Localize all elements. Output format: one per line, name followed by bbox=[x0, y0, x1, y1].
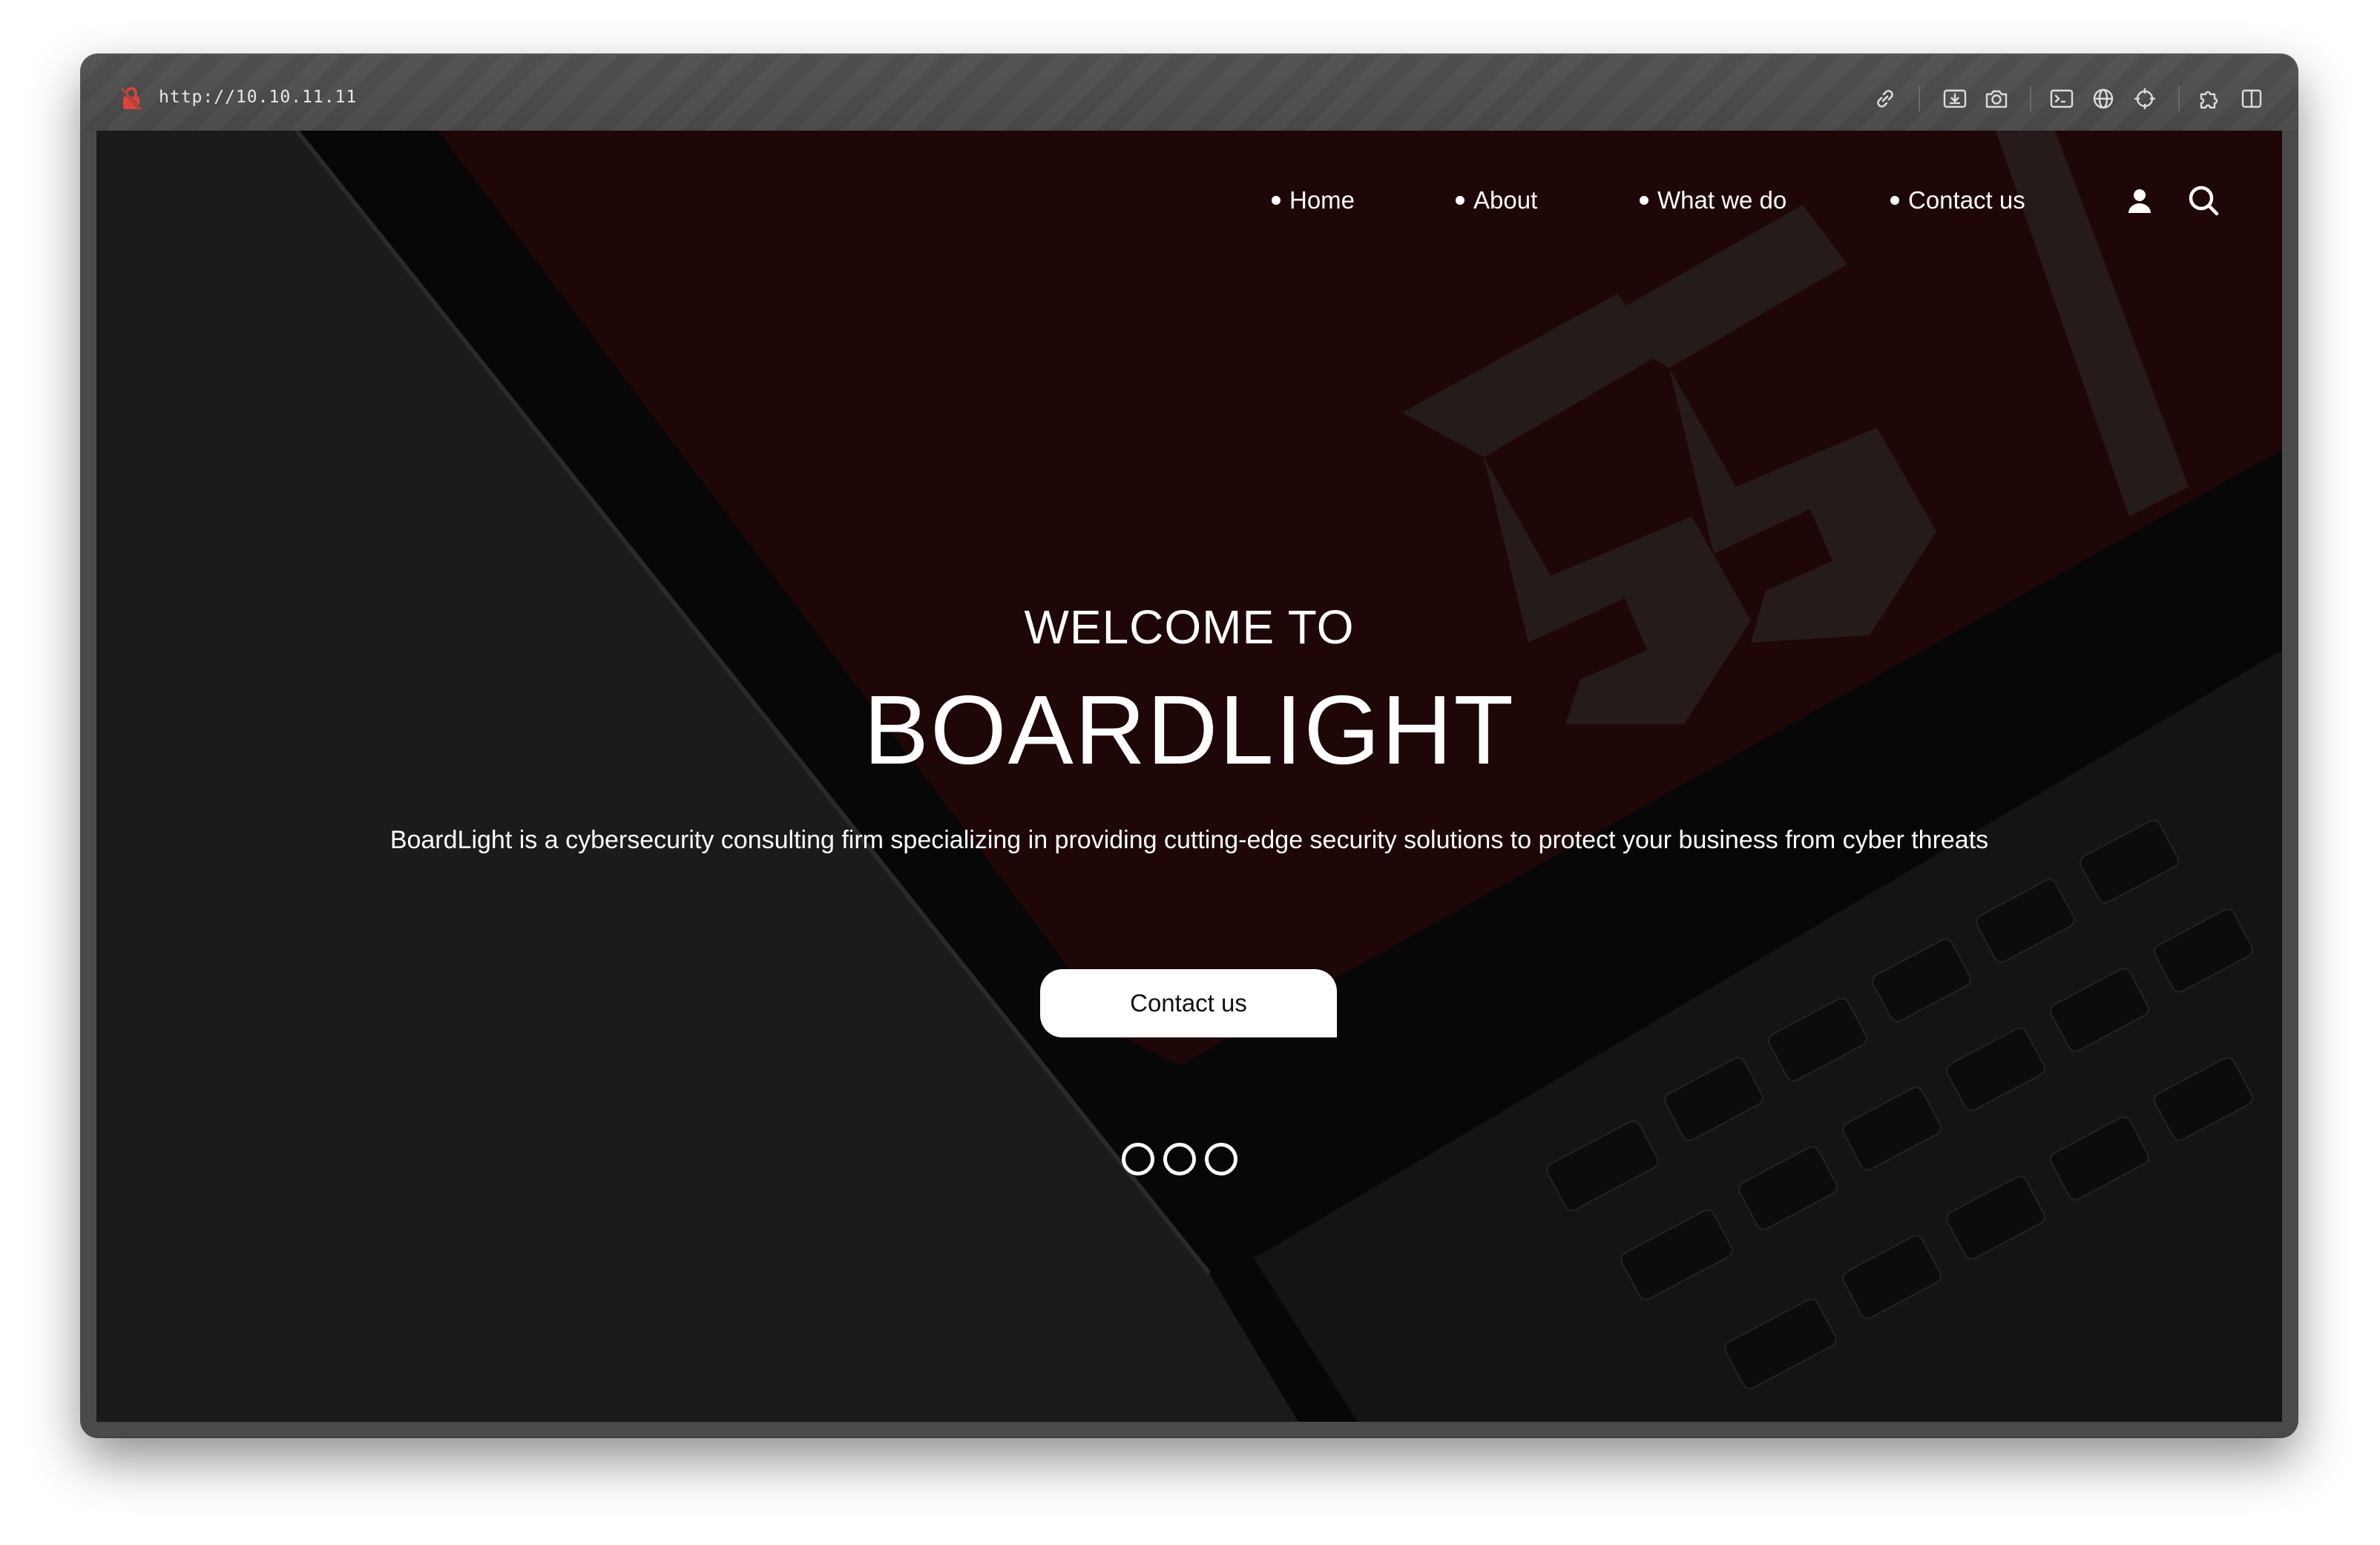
hero-title: BOARDLIGHT bbox=[863, 675, 1516, 784]
nav-item-home[interactable]: Home bbox=[1272, 178, 1355, 223]
nav-item-label: Home bbox=[1289, 186, 1355, 214]
terminal-icon[interactable] bbox=[2048, 85, 2076, 113]
split-view-icon[interactable] bbox=[2238, 85, 2266, 113]
user-icon[interactable] bbox=[2123, 184, 2156, 217]
nav-item-contact-us[interactable]: Contact us bbox=[1890, 178, 2025, 223]
search-icon[interactable] bbox=[2187, 184, 2220, 217]
link-icon[interactable] bbox=[1871, 85, 1899, 113]
hero-subtitle: WELCOME TO bbox=[1024, 600, 1355, 654]
address-bar-url[interactable]: http://10.10.11.11 bbox=[159, 88, 357, 107]
nav-item-label: What we do bbox=[1657, 186, 1787, 214]
browser-titlebar: http://10.10.11.11 bbox=[82, 55, 2297, 131]
bullet-icon bbox=[1890, 196, 1899, 205]
main-nav: Home About What we do Contact us bbox=[96, 178, 2282, 223]
extensions-icon[interactable] bbox=[2196, 85, 2224, 113]
crosshair-icon[interactable] bbox=[2131, 85, 2159, 113]
nav-item-label: About bbox=[1473, 186, 1538, 214]
nav-item-what-we-do[interactable]: What we do bbox=[1640, 178, 1786, 223]
browser-window: http://10.10.11.11 Home About What we do… bbox=[82, 55, 2297, 1437]
globe-icon[interactable] bbox=[2089, 85, 2117, 113]
bullet-icon bbox=[1456, 196, 1465, 205]
camera-icon[interactable] bbox=[1982, 85, 2011, 113]
contact-us-button[interactable]: Contact us bbox=[1040, 969, 1337, 1037]
hero-description: BoardLight is a cybersecurity consulting… bbox=[389, 826, 1989, 854]
carousel-indicator-3[interactable] bbox=[1205, 1143, 1237, 1175]
bullet-icon bbox=[1272, 196, 1281, 205]
carousel-indicator-2[interactable] bbox=[1163, 1143, 1196, 1175]
carousel-indicator-1[interactable] bbox=[1122, 1143, 1154, 1175]
page-viewport: Home About What we do Contact us WELCOME… bbox=[96, 131, 2282, 1422]
lock-slash-icon[interactable] bbox=[120, 86, 142, 111]
bullet-icon bbox=[1640, 196, 1648, 205]
carousel-indicators bbox=[1122, 1143, 1255, 1177]
download-screenshot-icon[interactable] bbox=[1941, 85, 1969, 113]
nav-item-label: Contact us bbox=[1908, 186, 2025, 214]
nav-item-about[interactable]: About bbox=[1456, 178, 1537, 223]
